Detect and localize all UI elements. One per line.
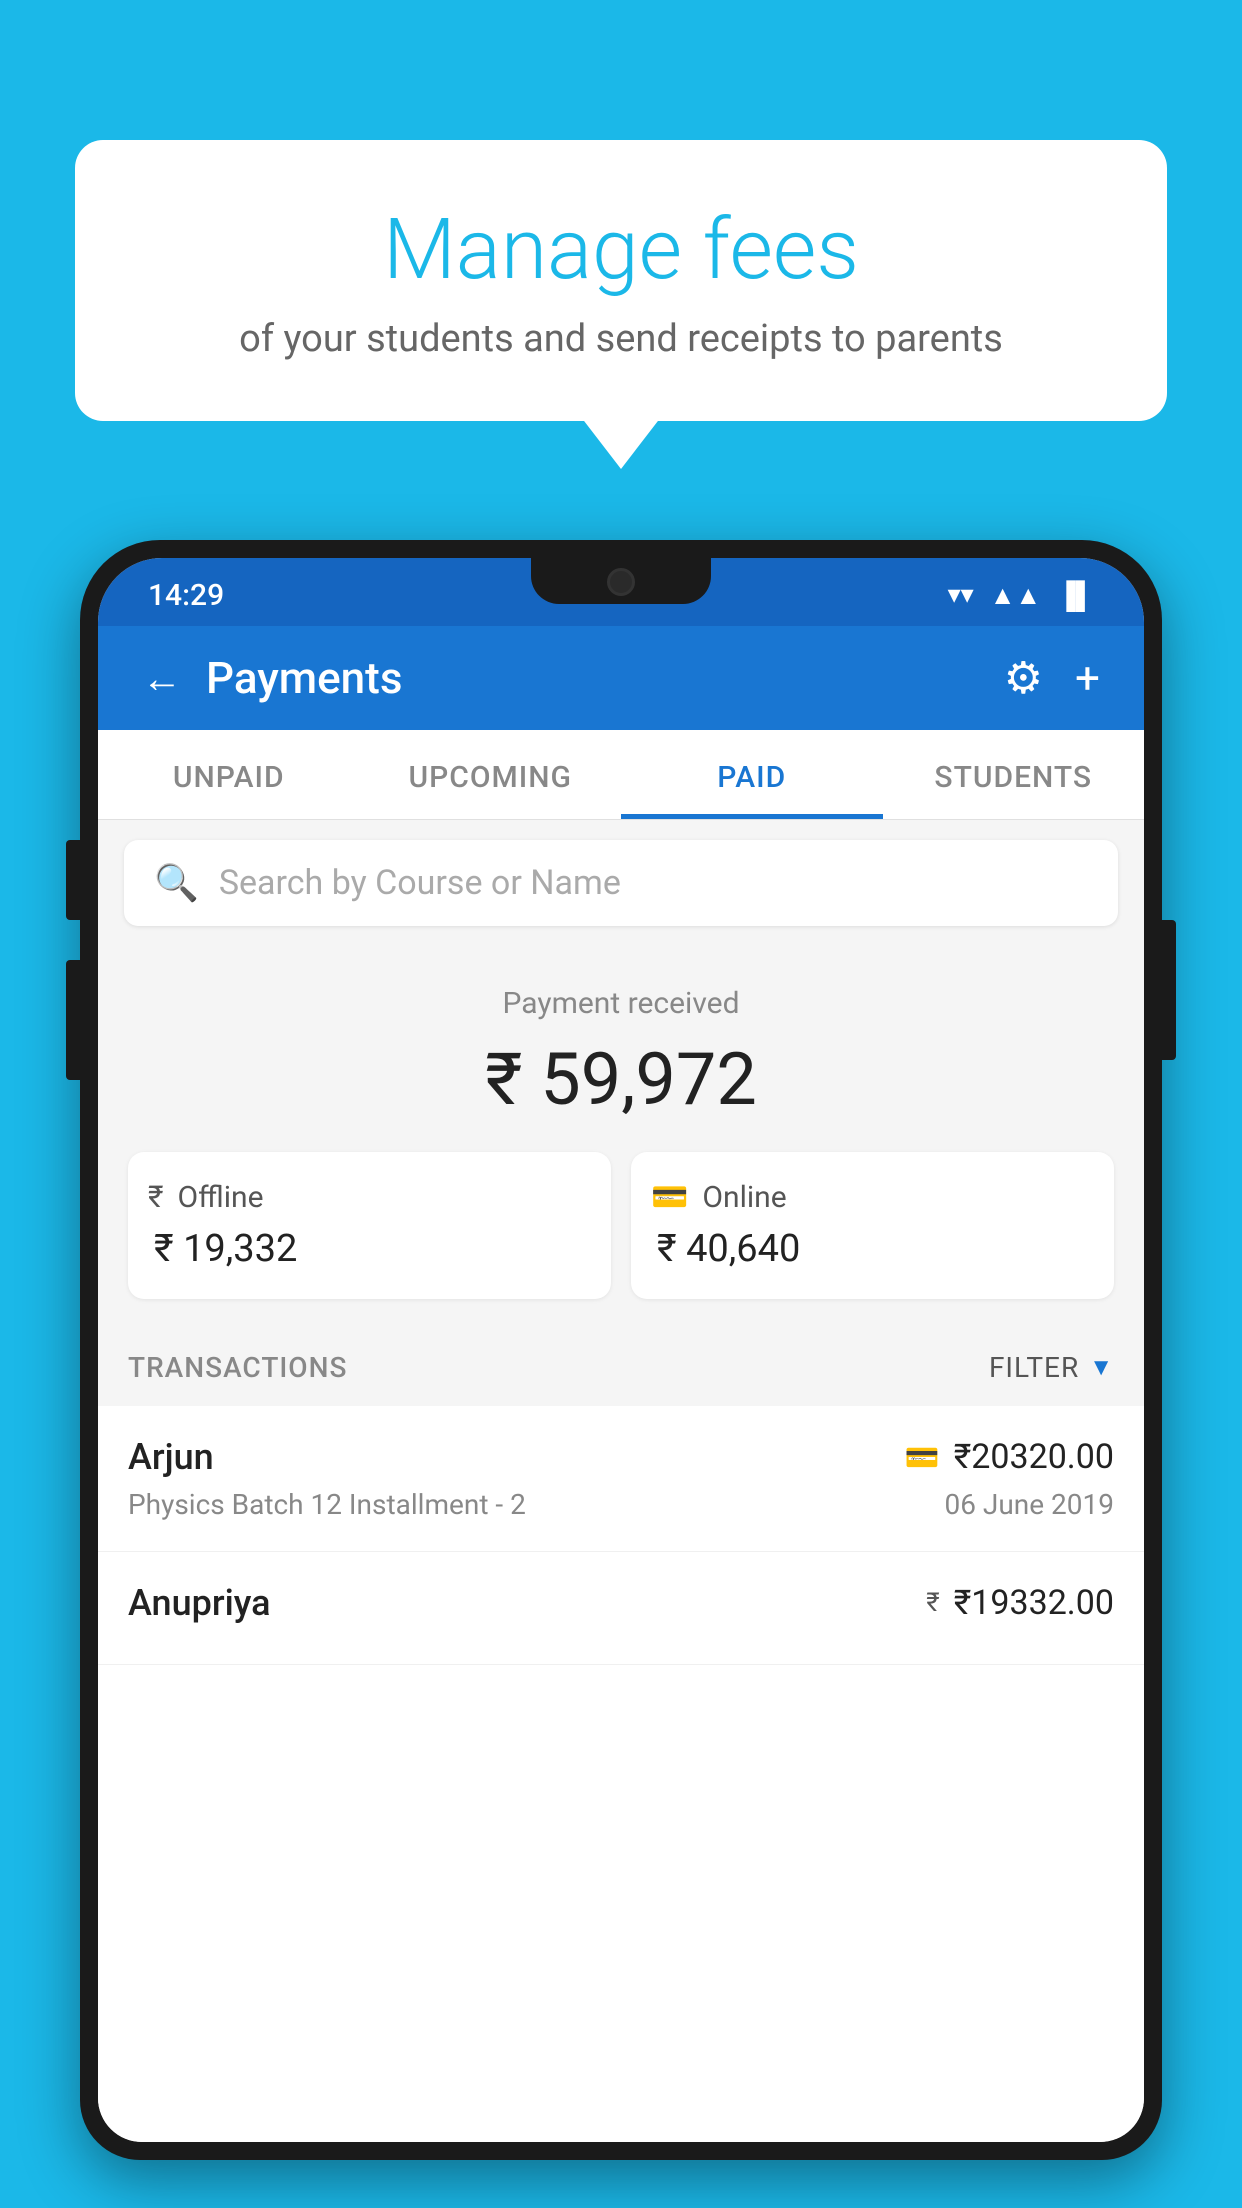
payment-summary: Payment received ₹ 59,972 ₹ Offline ₹ 19… [98, 946, 1144, 1329]
bubble-title: Manage fees [145, 200, 1097, 299]
transaction-row1-2: Anupriya ₹ ₹19332.00 [128, 1582, 1114, 1624]
offline-payment-card: ₹ Offline ₹ 19,332 [128, 1152, 611, 1299]
phone-outer: 14:29 ▾▾ ▲▲ ▐▌ ← Payments ⚙ + [80, 540, 1162, 2160]
online-card-header: 💳 Online [651, 1180, 1094, 1215]
phone-container: 14:29 ▾▾ ▲▲ ▐▌ ← Payments ⚙ + [80, 540, 1162, 2208]
tab-upcoming[interactable]: UPCOMING [360, 730, 622, 819]
gear-icon[interactable]: ⚙ [1004, 652, 1043, 704]
payment-total-amount: ₹ 59,972 [128, 1037, 1114, 1122]
transaction-name: Arjun [128, 1436, 214, 1478]
transaction-desc: Physics Batch 12 Installment - 2 [128, 1488, 526, 1521]
speech-bubble: Manage fees of your students and send re… [75, 140, 1167, 421]
transaction-amount-row-2: ₹ ₹19332.00 [926, 1583, 1114, 1623]
offline-amount: ₹ 19,332 [148, 1227, 591, 1271]
phone-screen: 14:29 ▾▾ ▲▲ ▐▌ ← Payments ⚙ + [98, 558, 1144, 2142]
phone-button-left1 [66, 840, 80, 920]
transaction-item-anupriya[interactable]: Anupriya ₹ ₹19332.00 [98, 1552, 1144, 1665]
search-container: 🔍 Search by Course or Name [98, 820, 1144, 946]
wifi-icon: ▾▾ [948, 580, 974, 610]
transaction-amount-2: ₹19332.00 [954, 1583, 1114, 1623]
transaction-list: Arjun 💳 ₹20320.00 Physics Batch 12 Insta… [98, 1406, 1144, 2142]
transaction-row2: Physics Batch 12 Installment - 2 06 June… [128, 1488, 1114, 1521]
signal-icon: ▲▲ [990, 580, 1041, 611]
transactions-header: TRANSACTIONS FILTER ▼ [98, 1329, 1144, 1406]
status-time: 14:29 [148, 578, 224, 613]
phone-button-right [1162, 920, 1176, 1060]
app-bar-left: ← Payments [142, 652, 402, 704]
battery-icon: ▐▌ [1057, 580, 1094, 611]
online-label: Online [702, 1180, 786, 1215]
tab-students[interactable]: STUDENTS [883, 730, 1145, 819]
search-placeholder: Search by Course or Name [219, 863, 621, 903]
app-title: Payments [206, 652, 402, 704]
transaction-row1: Arjun 💳 ₹20320.00 [128, 1436, 1114, 1478]
tab-paid[interactable]: PAID [621, 730, 883, 819]
card-payment-icon: 💳 [905, 1441, 940, 1474]
offline-label: Offline [178, 1180, 264, 1215]
transaction-amount-row: 💳 ₹20320.00 [905, 1437, 1114, 1477]
filter-icon: ▼ [1089, 1353, 1114, 1382]
offline-icon: ₹ [148, 1180, 164, 1215]
phone-camera [607, 568, 635, 596]
online-amount: ₹ 40,640 [651, 1227, 1094, 1271]
transactions-label: TRANSACTIONS [128, 1351, 347, 1384]
status-icons: ▾▾ ▲▲ ▐▌ [948, 580, 1094, 611]
transaction-amount: ₹20320.00 [954, 1437, 1114, 1477]
payment-received-label: Payment received [128, 986, 1114, 1021]
tab-unpaid[interactable]: UNPAID [98, 730, 360, 819]
filter-label: FILTER [989, 1351, 1079, 1384]
app-bar: ← Payments ⚙ + [98, 626, 1144, 730]
transaction-date: 06 June 2019 [944, 1488, 1114, 1521]
app-bar-right: ⚙ + [1004, 652, 1100, 704]
bubble-subtitle: of your students and send receipts to pa… [145, 317, 1097, 361]
payment-cards: ₹ Offline ₹ 19,332 💳 Online ₹ 40,640 [128, 1152, 1114, 1299]
search-box[interactable]: 🔍 Search by Course or Name [124, 840, 1118, 926]
cash-payment-icon: ₹ [926, 1588, 939, 1618]
tabs-bar: UNPAID UPCOMING PAID STUDENTS [98, 730, 1144, 820]
phone-button-left2 [66, 960, 80, 1080]
online-icon: 💳 [651, 1180, 688, 1215]
back-button[interactable]: ← [142, 655, 182, 702]
filter-button[interactable]: FILTER ▼ [989, 1351, 1114, 1384]
offline-card-header: ₹ Offline [148, 1180, 591, 1215]
online-payment-card: 💳 Online ₹ 40,640 [631, 1152, 1114, 1299]
add-icon[interactable]: + [1075, 652, 1100, 704]
transaction-name-2: Anupriya [128, 1582, 271, 1624]
transaction-item-arjun[interactable]: Arjun 💳 ₹20320.00 Physics Batch 12 Insta… [98, 1406, 1144, 1552]
search-icon: 🔍 [154, 862, 199, 904]
speech-bubble-container: Manage fees of your students and send re… [75, 140, 1167, 421]
